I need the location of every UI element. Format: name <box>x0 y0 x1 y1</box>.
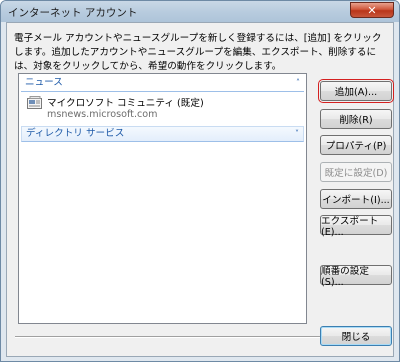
accounts-list[interactable]: ニュース ˄ マイクロソフト コミュニティ (既定) msnews.micros… <box>18 73 307 324</box>
instructions-text: 電子メール アカウントやニュースグループを新しく登録するには、[追加] をクリッ… <box>14 33 382 72</box>
add-button[interactable]: 追加(A)... <box>318 79 394 103</box>
set-order-button[interactable]: 順番の設定(S)... <box>320 265 392 288</box>
close-icon: ✕ <box>367 3 377 17</box>
chevron-down-icon[interactable]: ˅ <box>295 127 299 141</box>
title-bar: インターネット アカウント ✕ <box>1 1 399 22</box>
dialog-body: 電子メール アカウントやニュースグループを新しく登録するには、[追加] をクリッ… <box>6 22 394 357</box>
properties-button[interactable]: プロパティ(P) <box>320 135 392 155</box>
news-account-icon <box>27 96 42 109</box>
window-title: インターネット アカウント <box>8 7 138 19</box>
account-server: msnews.microsoft.com <box>47 109 158 120</box>
window-close-button[interactable]: ✕ <box>350 2 394 18</box>
group-header-news[interactable]: ニュース ˄ <box>21 76 304 92</box>
group-label-news: ニュース <box>25 77 63 88</box>
remove-button[interactable]: 削除(R) <box>320 109 392 129</box>
export-button[interactable]: エクスポート(E)... <box>320 215 392 238</box>
close-button[interactable]: 閉じる <box>320 326 392 346</box>
import-button[interactable]: インポート(I)... <box>320 189 392 209</box>
group-header-directory[interactable]: ディレクトリ サービス ˅ <box>21 126 304 142</box>
chevron-up-icon[interactable]: ˄ <box>296 76 300 90</box>
account-name: マイクロソフト コミュニティ (既定) <box>47 98 204 109</box>
set-default-button: 既定に設定(D) <box>320 162 392 182</box>
group-label-directory: ディレクトリ サービス <box>26 128 125 139</box>
internet-accounts-window: インターネット アカウント ✕ 電子メール アカウントやニュースグループを新しく… <box>0 0 400 362</box>
list-item-account[interactable]: マイクロソフト コミュニティ (既定) msnews.microsoft.com <box>21 92 304 124</box>
